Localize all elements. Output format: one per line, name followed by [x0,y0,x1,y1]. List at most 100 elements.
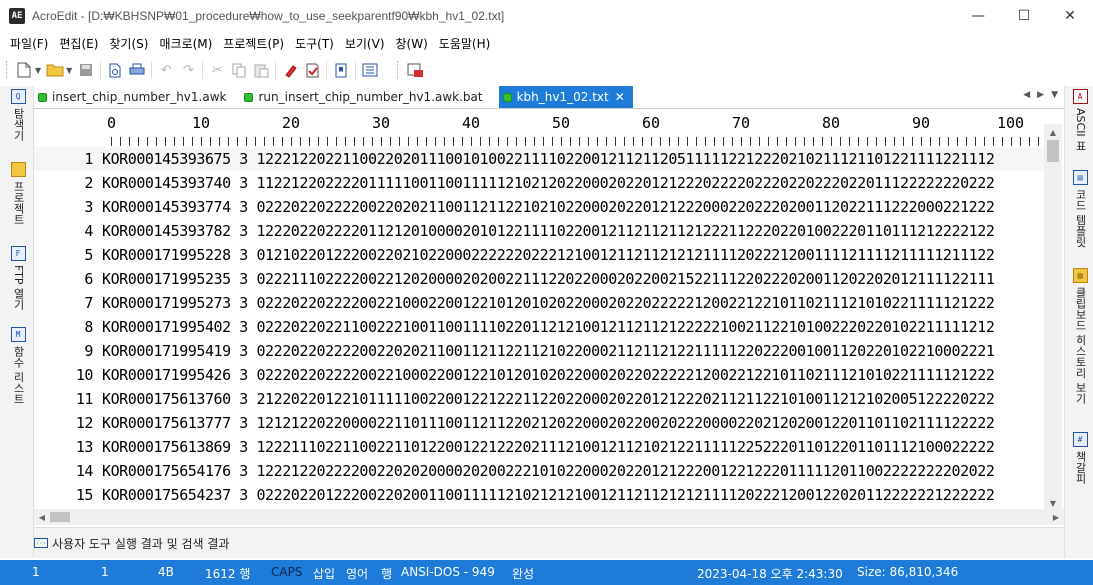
ruler-label: 80 [822,114,841,132]
toolbar-separator [100,61,102,79]
menu-tools[interactable]: 도구(T) [295,35,334,52]
maximize-button[interactable]: ☐ [1001,0,1047,31]
text-line[interactable]: 2 KOR000145393740 3 112212202222011111001… [34,171,1044,195]
undo-icon[interactable]: ↶ [155,59,177,81]
side-tab-explorer[interactable]: Q 탐색기 [9,89,27,141]
scroll-up-icon[interactable]: ▲ [1044,124,1062,140]
close-button[interactable]: ✕ [1047,0,1093,31]
highlighter-icon[interactable] [279,59,301,81]
explorer-icon: Q [10,89,26,104]
print-preview-icon[interactable] [104,59,126,81]
line-number: 15 [75,486,94,504]
side-tab-ascii[interactable]: A ASCII 표 [1071,89,1089,151]
minimize-button[interactable]: — [955,0,1001,31]
menu-window[interactable]: 창(W) [396,35,428,52]
ruler-label: 60 [642,114,661,132]
text-line[interactable]: 14 KOR000175654176 3 12221220222200220202… [34,459,1044,483]
menu-project[interactable]: 프로젝트(P) [223,35,284,52]
app-logo-icon: AE [9,7,25,24]
text-line[interactable]: 4 KOR000145393782 3 122202202222011212010… [34,219,1044,243]
text-line[interactable]: 6 KOR000171995235 3 022211102222002212020… [34,267,1044,291]
scroll-right-icon[interactable]: ▶ [1048,509,1064,525]
menu-view[interactable]: 보기(V) [345,35,385,52]
open-folder-icon[interactable] [44,59,66,81]
side-tab-label: ASCII 표 [1074,108,1087,152]
ruler-label: 100 [997,114,1025,132]
side-tab-label: 책갈피 [1074,451,1087,484]
text-editor[interactable]: 0 10 20 30 40 50 60 70 80 90 100 1 KOR000… [34,108,1064,525]
text-line[interactable]: 10 KOR000171995426 3 02220220222200221000… [34,363,1044,387]
tab-label: kbh_hv1_02.txt [516,90,609,104]
line-number: 13 [75,438,94,456]
status-input-language[interactable]: 영어 [346,565,368,582]
close-tab-icon[interactable]: ✕ [615,90,625,104]
ascii-icon: A [1072,89,1088,104]
tab-kbh-hv1-02[interactable]: kbh_hv1_02.txt ✕ [498,86,633,108]
column-view-icon[interactable] [359,59,381,81]
cut-icon[interactable]: ✂ [206,59,228,81]
line-text: KOR000175613777 3 1212122022000022110111… [102,414,995,432]
menu-find[interactable]: 찾기(S) [109,35,148,52]
status-insert-mode[interactable]: 삽입 [313,565,335,582]
menu-macro[interactable]: 매크로(M) [159,35,212,52]
text-line[interactable]: 12 KOR000175613777 3 12121220220000221101… [34,411,1044,435]
text-line[interactable]: 7 KOR000171995273 3 022202202222002210002… [34,291,1044,315]
bookmark-icon[interactable] [330,59,352,81]
toolbar-separator [202,61,204,79]
tab-insert-chip-number[interactable]: insert_chip_number_hv1.awk [34,86,234,108]
status-encoding[interactable]: ANSI-DOS - 949 [401,565,495,579]
line-number: 1 [84,150,93,168]
side-tab-ftp[interactable]: F FTP 열기 [9,246,27,310]
toolbar-grip[interactable] [6,61,9,79]
menu-help[interactable]: 도움말(H) [439,35,491,52]
line-number: 6 [84,270,93,288]
calendar-icon[interactable] [404,59,426,81]
text-line[interactable]: 15 KOR000175654237 3 02220220122200220200… [34,483,1044,507]
open-folder-dropdown-icon[interactable]: ▼ [66,66,72,75]
tab-scroll-left-icon[interactable]: ◀ [1023,90,1030,100]
status-selection-mode[interactable]: 행 [381,565,392,582]
file-status-icon [38,92,47,102]
redo-icon[interactable]: ↷ [177,59,199,81]
print-icon[interactable] [126,59,148,81]
text-line[interactable]: 9 KOR000171995419 3 022202202222002202021… [34,339,1044,363]
side-tab-function-list[interactable]: M 함수 리스트 [9,327,27,405]
file-status-icon [502,92,512,102]
text-line[interactable]: 1 KOR000145393675 3 122212202211002202011… [34,147,1044,171]
status-file-size: Size: 86,810,346 [857,565,959,579]
tab-list-icon[interactable]: ▼ [1051,90,1058,100]
horizontal-scrollbar[interactable]: ◀ ▶ [34,509,1064,525]
text-line[interactable]: 13 KOR000175613869 3 12221110221100221101… [34,435,1044,459]
line-text: KOR000175613869 3 1222111022110022110122… [102,438,995,456]
tab-run-insert-chip-number[interactable]: run_insert_chip_number_hv1.awk.bat [240,86,490,108]
toolbar-grip[interactable] [397,61,400,79]
side-tab-bookmarks[interactable]: # 책갈피 [1071,432,1089,484]
tab-scroll-right-icon[interactable]: ▶ [1037,90,1044,100]
text-line[interactable]: 5 KOR000171995228 3 012102201222002202102… [34,243,1044,267]
text-line[interactable]: 3 KOR000145393774 3 022202202222002202021… [34,195,1044,219]
side-tab-project[interactable]: 프로젝트 [9,162,27,225]
save-icon[interactable] [75,59,97,81]
side-tab-label: 프로젝트 [12,181,25,225]
clipboard-icon: ▥ [1072,268,1088,283]
side-tab-clipboard[interactable]: ▥ 클립보드 히스토리 보기 [1071,268,1089,404]
menu-file[interactable]: 파일(F) [10,35,48,52]
line-number: 8 [84,318,93,336]
copy-icon[interactable] [228,59,250,81]
output-panel-tab[interactable]: ··· 사용자 도구 실행 결과 및 검색 결과 [34,527,1064,558]
menu-edit[interactable]: 편집(E) [59,35,98,52]
text-line[interactable]: 11 KOR000175613760 3 21220220122101111100… [34,387,1044,411]
vertical-scrollbar[interactable]: ▲ ▼ [1044,124,1062,511]
side-tab-code-template[interactable]: ▤ 코드 템플릿 [1071,170,1089,248]
paste-icon[interactable] [250,59,272,81]
new-file-icon[interactable] [13,59,35,81]
vertical-scroll-thumb[interactable] [1047,140,1059,162]
spell-check-icon[interactable] [301,59,323,81]
project-icon [10,162,26,177]
text-line[interactable]: 8 KOR000171995402 3 022202202211002221001… [34,315,1044,339]
horizontal-scroll-thumb[interactable] [50,512,70,522]
tab-label: run_insert_chip_number_hv1.awk.bat [258,90,483,104]
scroll-left-icon[interactable]: ◀ [34,509,50,525]
output-panel-label: 사용자 도구 실행 결과 및 검색 결과 [52,536,230,551]
new-file-dropdown-icon[interactable]: ▼ [35,66,41,75]
